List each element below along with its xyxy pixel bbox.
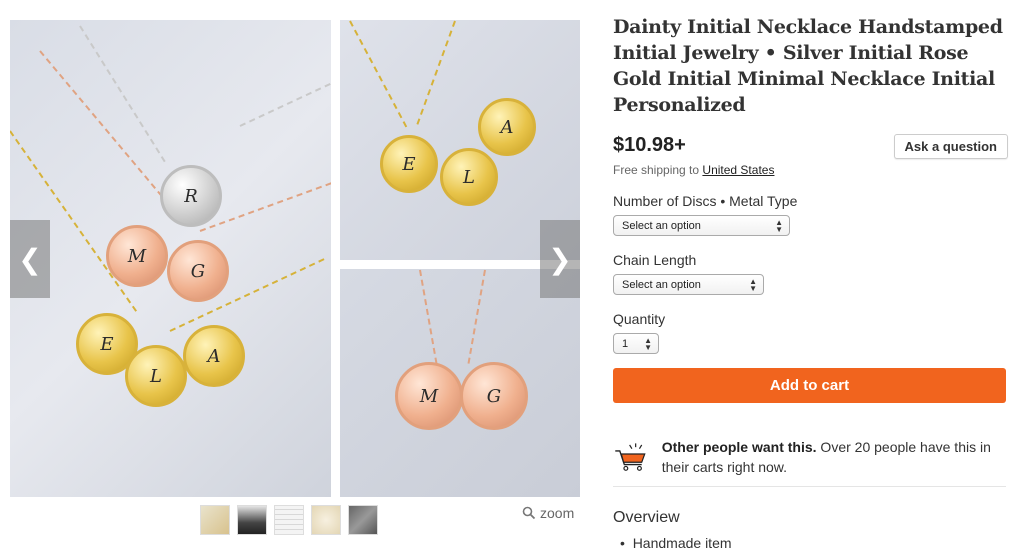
chevron-left-icon: ❮	[18, 243, 42, 275]
disc-g: G	[167, 240, 229, 302]
quantity-value: 1	[622, 337, 629, 350]
chain-length-label: Chain Length	[613, 252, 697, 268]
disc-a: A	[183, 325, 245, 387]
disc-l: L	[125, 345, 187, 407]
thumbnail-strip	[200, 505, 378, 535]
discs-label: Number of Discs • Metal Type	[613, 193, 798, 209]
zoom-button[interactable]: zoom	[522, 505, 574, 521]
disc-r: R	[160, 165, 222, 227]
thumbnail[interactable]	[311, 505, 341, 535]
disc-m: M	[395, 362, 463, 430]
disc-e: E	[380, 135, 438, 193]
shipping-destination-link[interactable]: United States	[702, 163, 774, 177]
overview-item-text: Handmade item	[632, 535, 732, 551]
gold-chain	[416, 20, 456, 125]
overview-heading[interactable]: Overview	[613, 509, 680, 527]
thumbnail[interactable]	[200, 505, 230, 535]
listing-info: Dainty Initial Necklace Handstamped Init…	[613, 14, 1008, 477]
quantity-label: Quantity	[613, 311, 666, 327]
zoom-label: zoom	[540, 505, 575, 521]
price: $10.98+	[613, 134, 686, 156]
discs-select-value: Select an option	[622, 219, 701, 232]
quantity-select[interactable]: 1 ▲ ▼	[613, 333, 659, 354]
shipping-info: Free shipping to United States	[613, 163, 1008, 177]
thumbnail[interactable]	[348, 505, 378, 535]
next-image-button[interactable]: ❯	[540, 220, 580, 298]
disc-a: A	[478, 98, 536, 156]
silver-chain	[239, 78, 331, 127]
discs-select[interactable]: Select an option ▲ ▼	[613, 215, 790, 236]
chain-select-value: Select an option	[622, 278, 701, 291]
overview-item: • Handmade item	[620, 535, 732, 551]
listing-title: Dainty Initial Necklace Handstamped Init…	[613, 16, 1003, 116]
magnifier-icon	[522, 506, 536, 520]
main-product-image[interactable]: R M G E L A	[10, 20, 331, 497]
select-arrows-icon: ▲ ▼	[749, 276, 757, 293]
select-arrows-icon: ▲ ▼	[775, 217, 783, 234]
gold-chain	[349, 20, 408, 128]
disc-g: G	[460, 362, 528, 430]
rose-chain	[467, 269, 486, 364]
image-gallery: R M G E L A E L A M G ❮ ❯ zoom	[0, 0, 590, 553]
chain-length-select[interactable]: Select an option ▲ ▼	[613, 274, 764, 295]
demand-notice: Other people want this. Over 20 people h…	[613, 437, 1008, 477]
demand-bold: Other people want this.	[661, 439, 817, 455]
rose-chain	[419, 269, 438, 364]
previous-image-button[interactable]: ❮	[10, 220, 50, 298]
thumbnail[interactable]	[274, 505, 304, 535]
disc-l: L	[440, 148, 498, 206]
chevron-right-icon: ❯	[548, 243, 572, 275]
divider	[613, 486, 1006, 487]
demand-text: Other people want this. Over 20 people h…	[662, 437, 1008, 477]
shopping-cart-icon	[615, 443, 646, 471]
thumbnail[interactable]	[237, 505, 267, 535]
ask-question-button[interactable]: Ask a question	[893, 134, 1008, 159]
select-arrows-icon: ▲ ▼	[644, 335, 652, 352]
secondary-image-rose[interactable]: M G	[340, 269, 580, 497]
disc-m: M	[106, 225, 168, 287]
add-to-cart-button[interactable]: Add to cart	[613, 368, 1006, 403]
silver-chain	[79, 25, 166, 163]
shipping-prefix: Free shipping to	[613, 163, 700, 177]
